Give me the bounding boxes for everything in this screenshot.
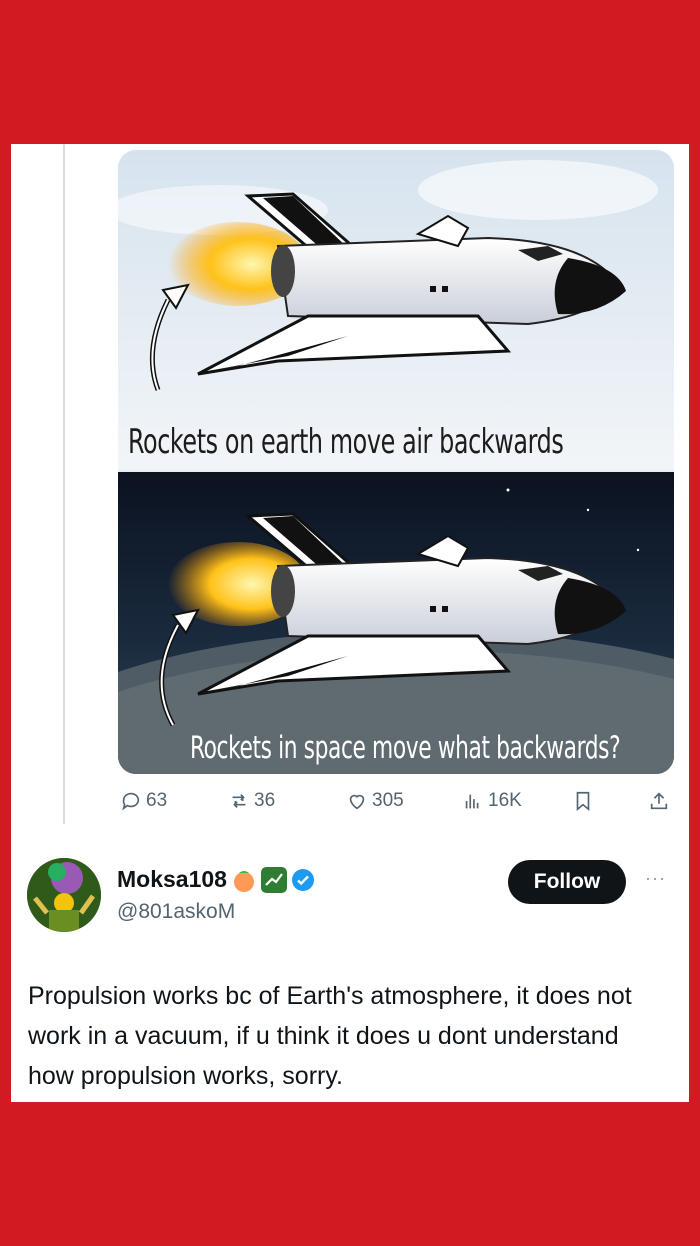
- reply-button[interactable]: 63: [120, 790, 167, 812]
- reply-icon: [122, 792, 140, 811]
- verified-icon: [291, 868, 314, 891]
- user-handle[interactable]: @801askoM: [117, 900, 235, 924]
- action-bar: 63 36 305 16K: [118, 790, 678, 820]
- views-icon: [465, 794, 479, 809]
- name-row: Moksa108: [117, 866, 315, 893]
- post-text: Propulsion works bc of Earth's atmospher…: [28, 982, 632, 1090]
- repost-icon: [232, 793, 246, 809]
- avatar[interactable]: [27, 858, 101, 932]
- avatar-image: [27, 858, 101, 932]
- bookmark-button[interactable]: [572, 790, 594, 812]
- peach-icon: [233, 870, 254, 892]
- share-button[interactable]: [648, 790, 670, 812]
- reply-count: 63: [146, 790, 168, 811]
- top-caption: Rockets on earth move air backwards: [128, 422, 564, 462]
- post-image[interactable]: Rockets on earth move air backwards Rock…: [118, 150, 674, 774]
- bookmark-icon: [576, 791, 590, 812]
- repost-count: 36: [254, 790, 276, 811]
- share-icon: [650, 792, 668, 810]
- like-count: 305: [372, 790, 404, 811]
- chart-yen-icon: [260, 866, 287, 893]
- views-count: 16K: [488, 790, 522, 811]
- rocket-meme-image: [118, 150, 674, 774]
- bottom-caption: Rockets in space move what backwards?: [190, 730, 621, 766]
- more-options-icon[interactable]: ···: [645, 868, 666, 889]
- like-icon: [349, 794, 365, 810]
- thread-line: [63, 144, 65, 824]
- post-card: Rockets on earth move air backwards Rock…: [11, 144, 689, 1102]
- views-button[interactable]: 16K: [462, 790, 522, 812]
- display-name[interactable]: Moksa108: [117, 866, 227, 893]
- like-button[interactable]: 305: [346, 790, 404, 812]
- repost-button[interactable]: 36: [228, 790, 275, 812]
- follow-button[interactable]: Follow: [508, 860, 626, 904]
